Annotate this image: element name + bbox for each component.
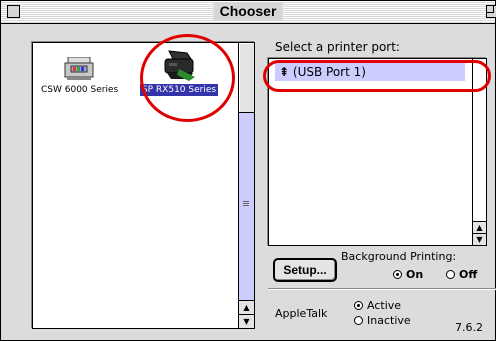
radio-dot: [446, 270, 455, 279]
radio-dot: [354, 301, 363, 310]
device-list-scrollbar[interactable]: ▲ ▼: [238, 43, 254, 328]
title-bar[interactable]: Chooser: [1, 1, 496, 24]
window-title: Chooser: [213, 2, 283, 21]
background-printing-label: Background Printing:: [341, 250, 457, 263]
radio-label: On: [406, 268, 424, 281]
chooser-window: Chooser CSW 6000 Series SP RX510 Series …: [0, 0, 496, 341]
scroll-down-arrow[interactable]: ▼: [239, 314, 254, 328]
radio-dot: [393, 270, 402, 279]
annotation-oval: [263, 60, 491, 92]
radio-label: Inactive: [367, 314, 411, 327]
radio-label: Off: [459, 268, 478, 281]
setup-button[interactable]: Setup...: [273, 258, 337, 282]
radio-label: Active: [367, 299, 402, 312]
annotation-circle: [140, 34, 235, 122]
radio-dot: [354, 316, 363, 325]
zoom-box[interactable]: [486, 5, 496, 18]
port-scroll-up-arrow[interactable]: ▲: [473, 221, 486, 233]
scroll-grip: [243, 201, 249, 206]
scroll-thumb[interactable]: [239, 43, 254, 113]
appletalk-active-radio[interactable]: Active: [354, 299, 401, 312]
appletalk-inactive-radio[interactable]: Inactive: [354, 314, 411, 327]
printer-icon: [64, 57, 94, 80]
device-label: CSW 6000 Series: [41, 85, 119, 95]
section-divider: [268, 288, 496, 290]
port-scroll-down-arrow[interactable]: ▼: [473, 233, 486, 245]
scroll-up-arrow[interactable]: ▲: [239, 300, 254, 314]
port-heading: Select a printer port:: [275, 40, 400, 54]
background-printing-off-radio[interactable]: Off: [446, 268, 477, 281]
appletalk-label: AppleTalk: [275, 307, 328, 320]
device-item-csw6000[interactable]: CSW 6000 Series: [39, 57, 119, 96]
background-printing-on-radio[interactable]: On: [393, 268, 423, 281]
version-label: 7.6.2: [455, 321, 483, 334]
close-box[interactable]: [7, 5, 20, 18]
